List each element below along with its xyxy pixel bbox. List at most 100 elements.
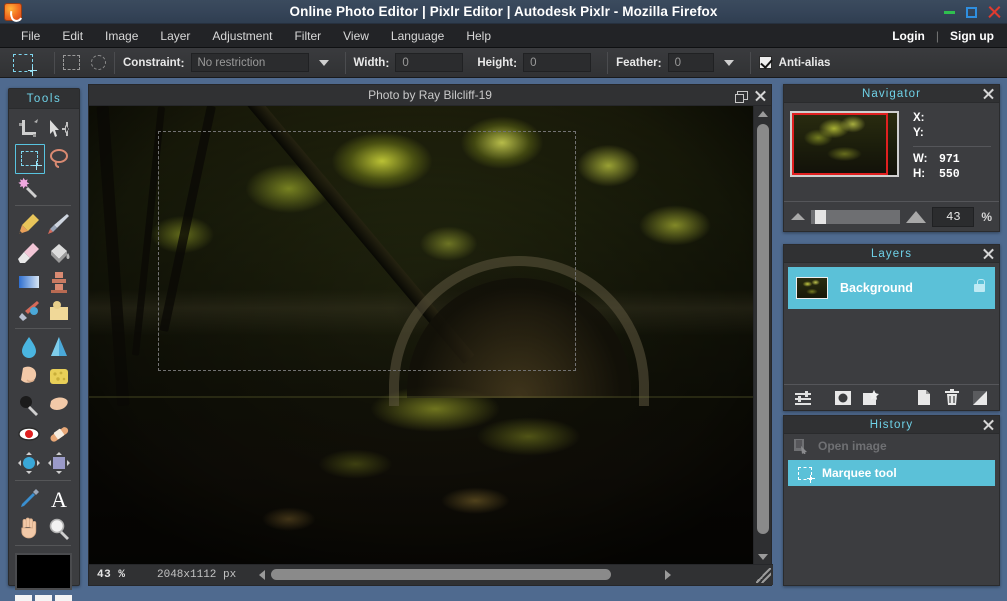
close-icon[interactable] <box>983 248 994 259</box>
tool-burn[interactable] <box>14 390 44 419</box>
width-input[interactable]: 0 <box>395 53 464 72</box>
canvas-horizontal-scrollbar[interactable] <box>259 567 671 582</box>
menu-item-image[interactable]: Image <box>94 24 149 48</box>
tool-color-replace[interactable] <box>14 296 44 325</box>
close-icon[interactable] <box>983 419 994 430</box>
layer-settings-button[interactable] <box>792 388 814 408</box>
navigator-viewport-rect[interactable] <box>792 113 888 175</box>
browser-title-bar: Online Photo Editor | Pixlr Editor | Aut… <box>0 0 1007 24</box>
tool-smudge[interactable] <box>14 361 44 390</box>
scroll-left-button[interactable] <box>259 569 265 580</box>
menu-item-adjustment[interactable]: Adjustment <box>201 24 283 48</box>
height-input[interactable]: 0 <box>523 53 592 72</box>
layers-panel-title: Layers <box>870 248 913 260</box>
menu-item-help[interactable]: Help <box>455 24 502 48</box>
tool-lasso[interactable] <box>44 144 74 173</box>
tool-gradient[interactable] <box>14 267 44 296</box>
layer-style-button[interactable] <box>860 388 882 408</box>
tool-type[interactable]: A <box>44 484 74 513</box>
colon: : <box>385 55 390 70</box>
close-icon[interactable] <box>983 88 994 99</box>
burn-circle-icon <box>20 395 38 416</box>
menu-item-view[interactable]: View <box>332 24 380 48</box>
recent-swatch[interactable] <box>55 595 72 601</box>
signup-link[interactable]: Sign up <box>945 29 999 43</box>
tool-clone-stamp[interactable] <box>44 267 74 296</box>
close-icon[interactable] <box>988 6 1001 19</box>
tool-sharpen[interactable] <box>44 332 74 361</box>
scroll-up-button[interactable] <box>754 107 772 121</box>
tool-paint-bucket[interactable] <box>44 238 74 267</box>
lock-icon[interactable] <box>974 279 985 292</box>
menu-item-edit[interactable]: Edit <box>51 24 94 48</box>
vertical-scroll-thumb[interactable] <box>757 124 769 534</box>
zoom-in-mountain-icon[interactable] <box>906 210 927 223</box>
recent-swatch[interactable] <box>15 595 32 601</box>
chevron-down-icon[interactable] <box>318 59 329 66</box>
pencil-icon <box>19 213 39 234</box>
tool-pinch[interactable] <box>44 448 74 477</box>
photo-forest-stream-bridge <box>89 106 755 565</box>
layer-mask-button[interactable] <box>832 388 854 408</box>
canvas-vertical-scrollbar[interactable] <box>753 106 771 565</box>
antialias-checkbox[interactable] <box>758 56 772 69</box>
tool-blur[interactable] <box>14 332 44 361</box>
menu-item-layer[interactable]: Layer <box>149 24 201 48</box>
tool-dodge[interactable] <box>44 390 74 419</box>
tool-wand-select[interactable] <box>14 173 44 202</box>
ellipse-marquee-icon[interactable] <box>91 55 106 70</box>
chevron-down-icon[interactable] <box>723 59 734 66</box>
navigator-h-row: H: 550 <box>913 167 993 182</box>
history-item-label: Open image <box>818 439 887 453</box>
menu-item-language[interactable]: Language <box>380 24 455 48</box>
text-a-icon: A <box>51 487 67 511</box>
image-canvas[interactable] <box>89 106 755 565</box>
rectangle-marquee-icon[interactable] <box>63 55 80 70</box>
navigator-info: X: Y: W: 971 H: 550 <box>899 111 993 182</box>
tool-bloat[interactable] <box>14 448 44 477</box>
menu-item-filter[interactable]: Filter <box>283 24 332 48</box>
tool-crop[interactable] <box>14 115 44 144</box>
toggle-transparency-button[interactable] <box>969 388 991 408</box>
tool-brush[interactable] <box>44 209 74 238</box>
history-item-marquee-tool[interactable]: Marquee tool <box>788 460 995 486</box>
minimize-icon[interactable] <box>944 10 955 14</box>
tool-hand[interactable] <box>14 513 44 542</box>
tool-drawing[interactable] <box>44 296 74 325</box>
zoom-slider-knob[interactable] <box>815 209 826 224</box>
maximize-icon[interactable] <box>966 6 977 18</box>
tool-marquee-select[interactable] <box>14 144 45 174</box>
login-link[interactable]: Login <box>887 29 930 43</box>
recent-swatch[interactable] <box>35 595 52 601</box>
history-panel: History Open image Marquee tool <box>783 415 1000 586</box>
delete-layer-button[interactable] <box>941 388 963 408</box>
feather-input[interactable]: 0 <box>667 53 714 72</box>
layer-row-background[interactable]: Background <box>788 267 995 309</box>
zoom-out-mountain-icon[interactable] <box>791 213 805 220</box>
window-resize-grip[interactable] <box>756 568 771 583</box>
tool-zoom[interactable] <box>44 513 74 542</box>
tool-pencil[interactable] <box>14 209 44 238</box>
tool-spot-heal[interactable] <box>44 419 74 448</box>
tool-move[interactable] <box>44 115 74 144</box>
zoom-value-input[interactable]: 43 <box>932 206 975 227</box>
horizontal-scroll-thumb[interactable] <box>271 569 611 580</box>
zoom-slider[interactable] <box>811 209 901 224</box>
half-fill-icon <box>973 390 987 405</box>
restore-window-icon[interactable] <box>735 90 748 103</box>
navigator-thumbnail[interactable] <box>790 111 899 177</box>
duplicate-layer-button[interactable] <box>913 388 935 408</box>
tool-sponge[interactable] <box>44 361 74 390</box>
close-icon[interactable] <box>755 90 766 101</box>
scroll-right-button[interactable] <box>665 569 671 580</box>
history-item-open-image[interactable]: Open image <box>784 434 999 458</box>
scroll-down-button[interactable] <box>754 550 772 564</box>
sliders-icon <box>795 390 811 405</box>
primary-color-swatch[interactable] <box>15 553 72 590</box>
colon: : <box>180 55 185 70</box>
tool-eraser[interactable] <box>14 238 44 267</box>
constraint-select[interactable]: No restriction <box>190 53 309 72</box>
menu-item-file[interactable]: File <box>10 24 51 48</box>
tool-eyedropper[interactable] <box>14 484 44 513</box>
tool-red-eye[interactable] <box>14 419 44 448</box>
